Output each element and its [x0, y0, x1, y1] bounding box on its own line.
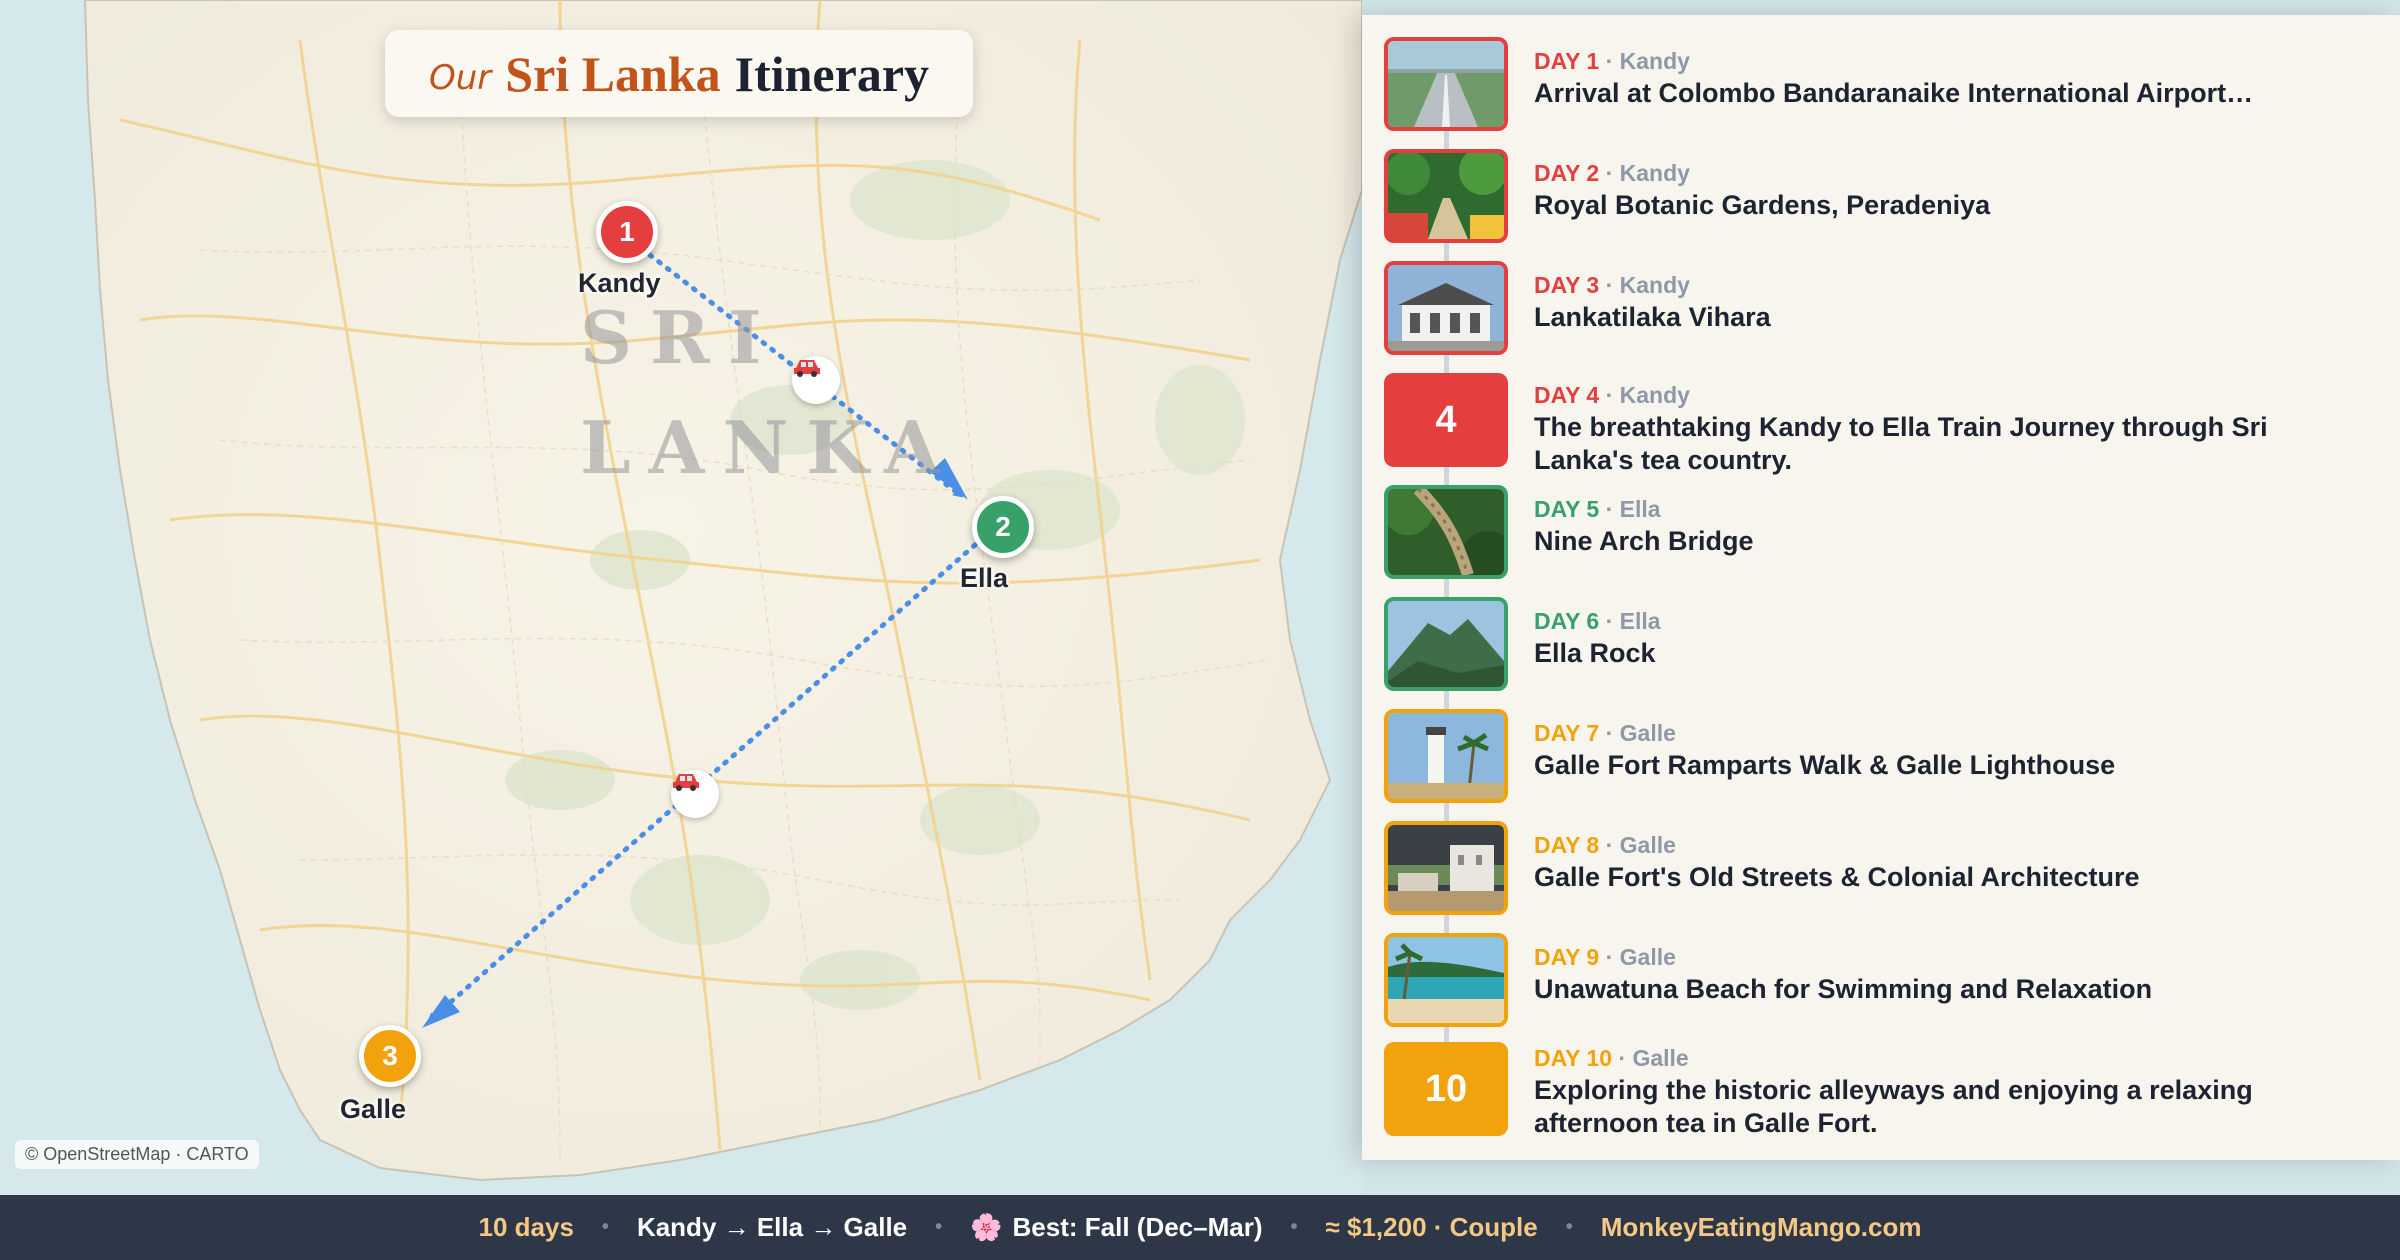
- day-row-9[interactable]: DAY 9 · Galle Unawatuna Beach for Swimmi…: [1384, 933, 2384, 1029]
- day-label: DAY 9: [1534, 944, 1600, 970]
- stop-marker-galle[interactable]: 3: [359, 1025, 421, 1087]
- route-leg-1-badge: [792, 356, 840, 404]
- day-row-5[interactable]: DAY 5 · Ella Nine Arch Bridge: [1384, 485, 2384, 581]
- botanic-garden-photo: [1384, 149, 1508, 243]
- day-title: The breathtaking Kandy to Ella Train Jou…: [1534, 412, 2268, 475]
- day-title: Royal Botanic Gardens, Peradeniya: [1534, 190, 1991, 220]
- day-label: DAY 8: [1534, 832, 1600, 858]
- day-city: · Kandy: [1605, 272, 1690, 298]
- day-city: · Galle: [1605, 944, 1676, 970]
- day-number-tile: 10: [1384, 1042, 1508, 1136]
- route-leg-2-badge: [671, 770, 719, 818]
- day-label: DAY 5: [1534, 496, 1600, 522]
- flower-icon: 🌸: [970, 1212, 1003, 1242]
- country-label-line-1: SRI: [580, 295, 780, 380]
- footer-separator: •: [935, 1216, 943, 1238]
- day-title: Nine Arch Bridge: [1534, 526, 1754, 556]
- site-link[interactable]: MonkeyEatingMango.com: [1601, 1212, 1922, 1243]
- day-label: DAY 2: [1534, 160, 1600, 186]
- map-basemap: [0, 0, 1362, 1195]
- footer-separator: •: [601, 1216, 609, 1238]
- country-label-line-2: LANKA: [580, 405, 958, 490]
- day-row-10[interactable]: 10 DAY 10 · Galle Exploring the historic…: [1384, 1042, 2384, 1138]
- day-title: Lankatilaka Vihara: [1534, 302, 1771, 332]
- day-row-2[interactable]: DAY 2 · Kandy Royal Botanic Gardens, Per…: [1384, 149, 2384, 245]
- trip-summary-footer: 10 days • Kandy → Ella → Galle • 🌸 Best:…: [0, 1195, 2400, 1260]
- stop-label-ella: Ella: [960, 563, 1009, 593]
- day-row-8[interactable]: DAY 8 · Galle Galle Fort's Old Streets &…: [1384, 821, 2384, 917]
- day-row-4[interactable]: 4 DAY 4 · Kandy The breathtaking Kandy t…: [1384, 373, 2384, 475]
- day-city: · Ella: [1605, 608, 1661, 634]
- day-city: · Galle: [1618, 1045, 1689, 1071]
- title-prefix: Our: [428, 57, 492, 98]
- day-label: DAY 4: [1534, 382, 1600, 408]
- footer-separator: •: [1290, 1216, 1298, 1238]
- title-place: Sri Lanka: [505, 45, 721, 102]
- stop-label-galle: Galle: [340, 1094, 407, 1124]
- stop-marker-kandy[interactable]: 1: [596, 201, 658, 263]
- day-city: · Kandy: [1605, 160, 1690, 186]
- best-season: Best: Fall (Dec–Mar): [1012, 1212, 1263, 1242]
- trip-budget: ≈ $1,200 · Couple: [1325, 1212, 1538, 1242]
- day-label: DAY 3: [1534, 272, 1600, 298]
- stop-marker-ella[interactable]: 2: [972, 496, 1034, 558]
- day-row-1[interactable]: DAY 1 · Kandy Arrival at Colombo Bandara…: [1384, 37, 2384, 133]
- lighthouse-photo: [1384, 709, 1508, 803]
- trip-route: Kandy → Ella → Galle: [636, 1212, 908, 1242]
- mountain-photo: [1384, 597, 1508, 691]
- map-attribution[interactable]: © OpenStreetMap · CARTO: [15, 1140, 259, 1169]
- airport-runway-photo: [1384, 37, 1508, 131]
- day-row-7[interactable]: DAY 7 · Galle Galle Fort Ramparts Walk &…: [1384, 709, 2384, 805]
- day-title: Arrival at Colombo Bandaranaike Internat…: [1534, 78, 2254, 108]
- trip-duration: 10 days: [478, 1212, 574, 1242]
- itinerary-title: Our Sri Lanka Itinerary: [385, 30, 973, 117]
- day-number-tile: 4: [1384, 373, 1508, 467]
- beach-photo: [1384, 933, 1508, 1027]
- day-title: Exploring the historic alleyways and enj…: [1534, 1075, 2253, 1138]
- day-label: DAY 10: [1534, 1045, 1613, 1071]
- title-suffix: Itinerary: [734, 45, 930, 102]
- day-label: DAY 1: [1534, 48, 1600, 74]
- day-city: · Kandy: [1605, 382, 1690, 408]
- day-row-3[interactable]: DAY 3 · Kandy Lankatilaka Vihara: [1384, 261, 2384, 357]
- day-label: DAY 7: [1534, 720, 1600, 746]
- temple-photo: [1384, 261, 1508, 355]
- day-row-6[interactable]: DAY 6 · Ella Ella Rock: [1384, 597, 2384, 693]
- day-title: Galle Fort's Old Streets & Colonial Arch…: [1534, 862, 2140, 892]
- colonial-street-photo: [1384, 821, 1508, 915]
- day-title: Unawatuna Beach for Swimming and Relaxat…: [1534, 974, 2153, 1004]
- day-city: · Galle: [1605, 832, 1676, 858]
- day-city: · Ella: [1605, 496, 1661, 522]
- itinerary-panel: DAY 1 · Kandy Arrival at Colombo Bandara…: [1362, 15, 2400, 1160]
- bridge-photo: [1384, 485, 1508, 579]
- day-title: Galle Fort Ramparts Walk & Galle Lightho…: [1534, 750, 2116, 780]
- footer-separator: •: [1565, 1216, 1573, 1238]
- day-city: · Kandy: [1605, 48, 1690, 74]
- day-label: DAY 6: [1534, 608, 1600, 634]
- day-city: · Galle: [1605, 720, 1676, 746]
- stop-label-kandy: Kandy: [578, 268, 661, 298]
- day-title: Ella Rock: [1534, 638, 1656, 668]
